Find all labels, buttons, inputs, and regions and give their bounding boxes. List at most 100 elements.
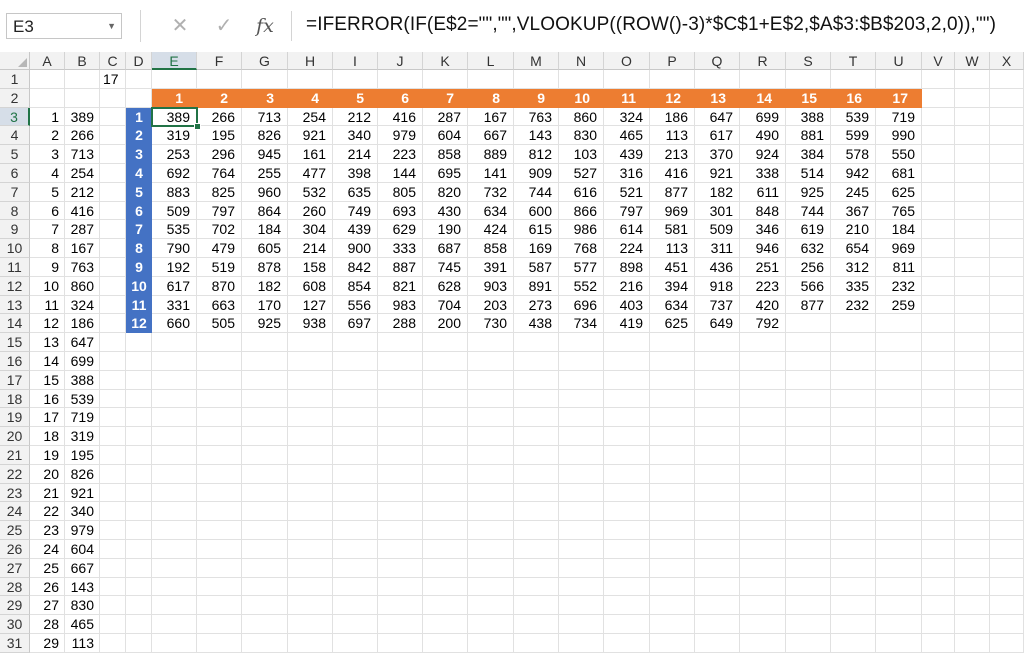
header-cell[interactable]: 10	[559, 88, 604, 108]
column-header-o[interactable]: O	[604, 52, 650, 70]
matrix-cell[interactable]: 866	[559, 202, 604, 221]
column-header-p[interactable]: P	[650, 52, 695, 70]
matrix-cell[interactable]: 266	[197, 108, 242, 127]
matrix-cell[interactable]: 479	[197, 239, 242, 258]
column-header-w[interactable]: W	[955, 52, 990, 70]
matrix-cell[interactable]: 391	[468, 258, 514, 277]
matrix-cell[interactable]: 629	[378, 220, 423, 239]
row-header-3[interactable]: 3	[0, 107, 30, 127]
column-header-m[interactable]: M	[514, 52, 559, 70]
matrix-cell[interactable]: 983	[378, 296, 423, 315]
matrix-cell[interactable]: 296	[197, 145, 242, 164]
matrix-cell[interactable]: 505	[197, 314, 242, 333]
column-header-h[interactable]: H	[288, 52, 333, 70]
matrix-cell[interactable]: 812	[514, 145, 559, 164]
column-header-j[interactable]: J	[378, 52, 423, 70]
row-header-20[interactable]: 20	[0, 427, 30, 446]
matrix-cell[interactable]: 660	[152, 314, 197, 333]
matrix-cell[interactable]: 864	[242, 202, 288, 221]
row-header-21[interactable]: 21	[0, 446, 30, 465]
matrix-cell[interactable]: 420	[740, 296, 786, 315]
table-cell[interactable]: 763	[65, 258, 100, 277]
matrix-cell[interactable]: 938	[288, 314, 333, 333]
column-header-a[interactable]: A	[30, 52, 65, 70]
matrix-cell[interactable]: 614	[604, 220, 650, 239]
header-cell[interactable]: 7	[423, 88, 468, 108]
table-cell[interactable]: 860	[65, 277, 100, 296]
table-cell[interactable]: 9	[30, 258, 65, 277]
cell-c1[interactable]: 17	[100, 70, 126, 89]
matrix-cell[interactable]: 699	[740, 108, 786, 127]
matrix-cell[interactable]: 346	[740, 220, 786, 239]
table-cell[interactable]: 29	[30, 634, 65, 653]
matrix-cell[interactable]: 587	[514, 258, 559, 277]
column-header-f[interactable]: F	[197, 52, 242, 70]
table-cell[interactable]: 254	[65, 164, 100, 183]
matrix-cell[interactable]: 960	[242, 183, 288, 202]
matrix-cell[interactable]: 214	[288, 239, 333, 258]
matrix-cell[interactable]: 826	[242, 126, 288, 145]
matrix-cell[interactable]: 820	[423, 183, 468, 202]
row-header-26[interactable]: 26	[0, 540, 30, 559]
row-header-9[interactable]: 9	[0, 220, 30, 240]
header-cell[interactable]: 17	[876, 88, 922, 108]
table-cell[interactable]: 17	[30, 408, 65, 427]
matrix-cell[interactable]: 764	[197, 164, 242, 183]
row-header-23[interactable]: 23	[0, 483, 30, 503]
matrix-cell[interactable]: 113	[650, 239, 695, 258]
index-cell[interactable]: 12	[126, 314, 152, 334]
row-header-18[interactable]: 18	[0, 389, 30, 409]
matrix-cell[interactable]: 203	[468, 296, 514, 315]
header-cell[interactable]: 3	[242, 88, 288, 108]
matrix-cell[interactable]: 419	[604, 314, 650, 333]
matrix-cell[interactable]: 311	[695, 239, 740, 258]
check-icon[interactable]: ✓	[204, 11, 244, 41]
matrix-cell[interactable]: 713	[242, 108, 288, 127]
matrix-cell[interactable]: 924	[740, 145, 786, 164]
matrix-cell[interactable]: 649	[695, 314, 740, 333]
fx-icon[interactable]: fx	[245, 11, 285, 41]
matrix-cell[interactable]: 509	[695, 220, 740, 239]
matrix-cell[interactable]: 990	[876, 126, 922, 145]
matrix-cell[interactable]: 103	[559, 145, 604, 164]
table-cell[interactable]: 20	[30, 465, 65, 484]
matrix-cell[interactable]: 389	[152, 108, 197, 127]
matrix-cell[interactable]: 745	[423, 258, 468, 277]
matrix-cell[interactable]	[831, 314, 876, 333]
matrix-cell[interactable]: 681	[876, 164, 922, 183]
matrix-cell[interactable]: 141	[468, 164, 514, 183]
table-cell[interactable]: 539	[65, 390, 100, 409]
matrix-cell[interactable]: 797	[197, 202, 242, 221]
matrix-cell[interactable]: 256	[786, 258, 831, 277]
matrix-cell[interactable]: 367	[831, 202, 876, 221]
matrix-cell[interactable]: 144	[378, 164, 423, 183]
table-cell[interactable]: 23	[30, 521, 65, 540]
table-cell[interactable]: 287	[65, 220, 100, 239]
matrix-cell[interactable]: 763	[514, 108, 559, 127]
matrix-cell[interactable]: 625	[876, 183, 922, 202]
table-cell[interactable]: 11	[30, 296, 65, 315]
matrix-cell[interactable]: 925	[786, 183, 831, 202]
table-cell[interactable]: 7	[30, 220, 65, 239]
matrix-cell[interactable]: 634	[650, 296, 695, 315]
matrix-cell[interactable]: 663	[197, 296, 242, 315]
matrix-cell[interactable]: 830	[559, 126, 604, 145]
matrix-cell[interactable]: 737	[695, 296, 740, 315]
row-header-12[interactable]: 12	[0, 276, 30, 296]
matrix-cell[interactable]: 744	[514, 183, 559, 202]
matrix-cell[interactable]: 696	[559, 296, 604, 315]
matrix-cell[interactable]: 693	[378, 202, 423, 221]
table-cell[interactable]: 319	[65, 427, 100, 446]
row-header-31[interactable]: 31	[0, 634, 30, 653]
table-cell[interactable]: 604	[65, 540, 100, 559]
matrix-cell[interactable]: 192	[152, 258, 197, 277]
table-cell[interactable]: 416	[65, 202, 100, 221]
matrix-cell[interactable]: 200	[423, 314, 468, 333]
table-cell[interactable]: 12	[30, 314, 65, 333]
column-header-l[interactable]: L	[468, 52, 514, 70]
matrix-cell[interactable]: 212	[333, 108, 378, 127]
matrix-cell[interactable]: 316	[604, 164, 650, 183]
matrix-cell[interactable]: 695	[423, 164, 468, 183]
matrix-cell[interactable]: 143	[514, 126, 559, 145]
column-header-r[interactable]: R	[740, 52, 786, 70]
